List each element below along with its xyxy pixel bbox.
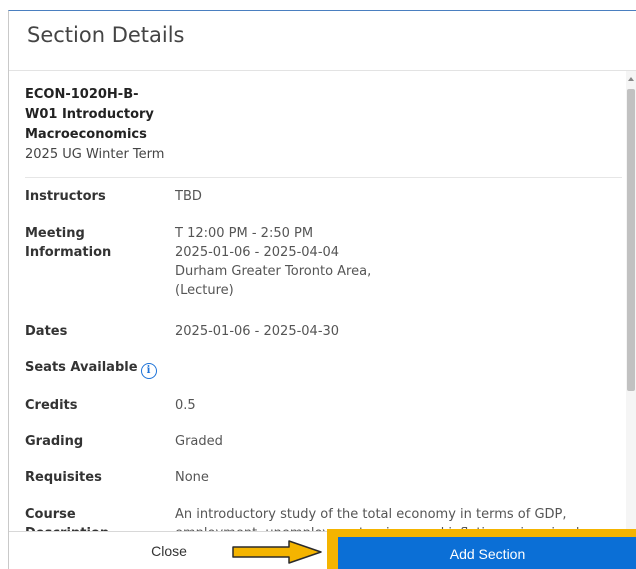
meeting-dates: 2025-01-06 - 2025-04-04 (175, 245, 340, 260)
course-term: 2025 UG Winter Term (25, 147, 165, 162)
scroll-thumb[interactable] (627, 89, 635, 391)
instructors-value: TBD (175, 189, 202, 204)
dialog-body: ECON-1020H-B- W01 Introductory Macroecon… (9, 71, 622, 538)
section-details-dialog: Section Details ECON-1020H-B- W01 Introd… (8, 10, 636, 569)
dates-label: Dates (25, 324, 68, 339)
meeting-label: Meeting Information (25, 224, 165, 262)
dialog-footer: Close Add Section (9, 529, 636, 569)
requisites-label: Requisites (25, 470, 102, 485)
meeting-type: (Lecture) (175, 283, 234, 298)
meeting-label-line-2: Information (25, 245, 112, 260)
description-label-line-1: Course (25, 507, 76, 522)
seats-label: Seats Available (25, 360, 138, 375)
grading-value: Graded (175, 434, 223, 449)
grading-label: Grading (25, 434, 84, 449)
dialog-title: Section Details (27, 23, 185, 47)
seats-label-wrap: Seats Available i (25, 358, 165, 379)
description-line-1: An introductory study of the total econo… (175, 507, 567, 522)
credits-label: Credits (25, 398, 78, 413)
add-section-button[interactable]: Add Section (338, 537, 636, 569)
course-code-line-3: Macroeconomics (25, 127, 147, 142)
meeting-time: T 12:00 PM - 2:50 PM (175, 226, 314, 241)
course-code-line-1: ECON-1020H-B- (25, 87, 139, 102)
course-header: ECON-1020H-B- W01 Introductory Macroecon… (25, 85, 185, 165)
arrow-right-icon (232, 540, 322, 564)
vertical-scrollbar[interactable] (626, 71, 636, 538)
course-code-line-2: W01 Introductory (25, 107, 154, 122)
info-circle-icon[interactable]: i (140, 363, 157, 379)
instructors-label: Instructors (25, 189, 106, 204)
meeting-label-line-1: Meeting (25, 226, 85, 241)
scroll-up-icon[interactable] (628, 77, 634, 81)
meeting-location: Durham Greater Toronto Area, (175, 264, 372, 279)
requisites-value: None (175, 470, 209, 485)
header-divider (25, 177, 622, 178)
dates-value: 2025-01-06 - 2025-04-30 (175, 324, 340, 339)
credits-value: 0.5 (175, 398, 196, 413)
meeting-value: T 12:00 PM - 2:50 PM 2025-01-06 - 2025-0… (175, 224, 622, 300)
